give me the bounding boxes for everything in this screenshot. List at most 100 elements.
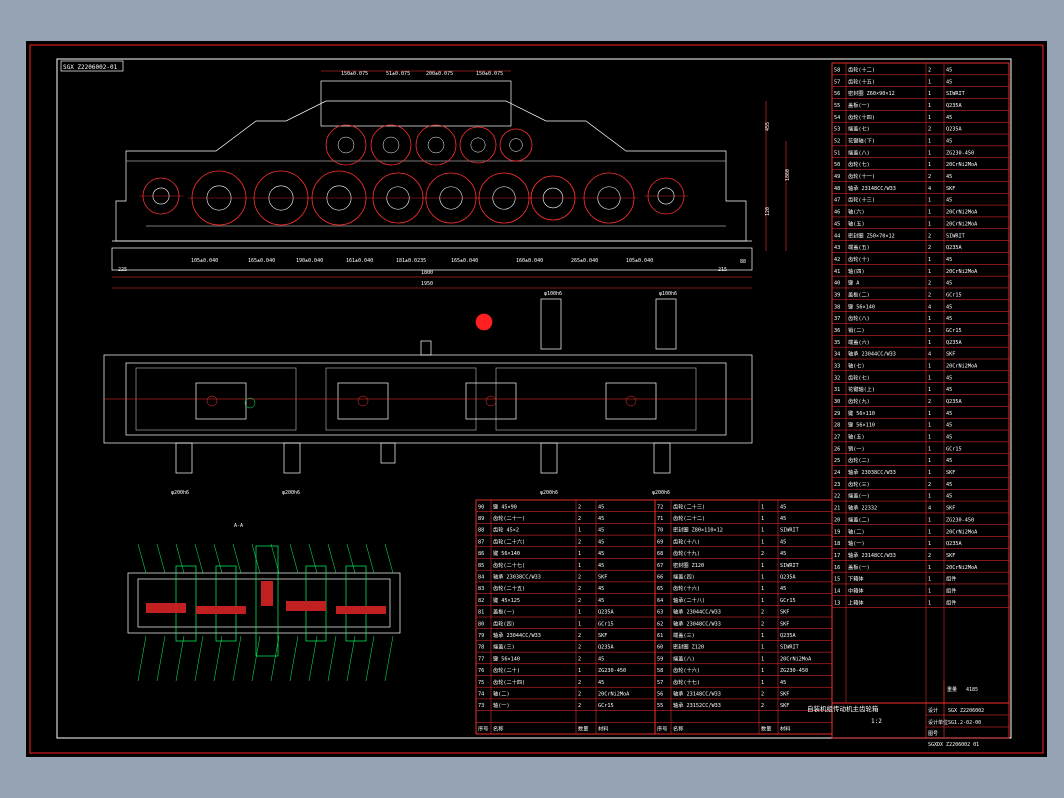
- bom-mid-cell: 56: [657, 692, 663, 698]
- bom-mid-cell: 2: [761, 551, 764, 557]
- bom-mid-cell: Q235A: [780, 633, 796, 639]
- bom-right-cell: 45: [946, 68, 952, 74]
- bom-left-cell: 2: [578, 692, 581, 698]
- bom-right-cell: 45: [946, 482, 952, 488]
- bom-left-cell: 45: [598, 563, 604, 569]
- bom-right-cell: 2: [928, 482, 931, 488]
- bom-left-cell: 76: [478, 668, 484, 674]
- bom-mid-cell: 1: [761, 563, 764, 569]
- bom-right-cell: 45: [946, 174, 952, 180]
- bom-right-cell: 49: [834, 174, 840, 180]
- bom-left-cell: 45: [598, 586, 604, 592]
- bom-mid-cell: SIWRIT: [780, 563, 799, 569]
- bom-right-cell: 54: [834, 115, 840, 121]
- bom-header: 序号: [478, 725, 488, 733]
- bom-right-cell: 1: [928, 423, 931, 429]
- bom-left-cell: 2: [578, 656, 581, 662]
- bom-right-cell: 1: [928, 139, 931, 145]
- bom-right-cell: 20CrNi2MoA: [946, 529, 978, 535]
- bom-right-cell: 端盖(一): [848, 492, 870, 500]
- bom-right-cell: 2: [928, 245, 931, 251]
- bom-right-cell: Q235A: [946, 127, 962, 133]
- upper-gear-3: [459, 126, 497, 164]
- bom-mid-cell: 1: [761, 516, 764, 522]
- bom-mid-cell: SKF: [780, 703, 789, 709]
- bom-right-cell: 1: [928, 221, 931, 227]
- bom-right-cell: 18: [834, 541, 840, 547]
- section-hatch: [146, 581, 386, 614]
- bom-mid-cell: 61: [657, 633, 663, 639]
- bom-right-cell: 1: [928, 364, 931, 370]
- bom-mid-cell: 45: [780, 551, 786, 557]
- bom-right-cell: 20CrNi2MoA: [946, 221, 978, 227]
- dim-top-1: 150±0.075: [341, 71, 368, 77]
- upper-gear-0: [325, 124, 367, 166]
- bom-right-cell: 1: [928, 517, 931, 523]
- bom-right-cell: 20: [834, 517, 840, 523]
- bom-right-cell: 1: [928, 257, 931, 263]
- bom-right-cell: 1: [928, 446, 931, 452]
- bom-right-cell: 45: [946, 435, 952, 441]
- bom-left-cell: 2: [578, 586, 581, 592]
- bom-mid-cell: 1: [761, 598, 764, 604]
- bom-right-cell: 2: [928, 553, 931, 559]
- front-view: [111, 70, 787, 289]
- bom-mid-cell: 20CrNi2MoA: [780, 656, 812, 662]
- label-number: 图号: [928, 731, 938, 737]
- bom-right-cell: 20CrNi2MoA: [946, 565, 978, 571]
- bom-right-cell: 32: [834, 375, 840, 381]
- bom-mid-cell: 1: [761, 645, 764, 651]
- bom-right-cell: SKF: [946, 553, 955, 559]
- bom-right-cell: 密封圈 Z50×70×12: [848, 231, 895, 239]
- bom-right-cell: 45: [946, 304, 952, 310]
- bom-right-cell: 45: [946, 316, 952, 322]
- bom-right-cell: 45: [946, 458, 952, 464]
- bom-mid-cell: Q235A: [780, 575, 796, 581]
- bom-right-cell: SIWRIT: [946, 233, 965, 239]
- bom-left-cell: 齿轮(二十一): [493, 514, 525, 522]
- bom-right-cell: 轴(四): [848, 267, 865, 275]
- bom-mid-cell: 齿轮(二十二): [673, 514, 705, 522]
- bom-left-cell: 轴(二): [493, 690, 510, 698]
- drawing-number-box: SGX Z2206002-01: [60, 60, 124, 72]
- bom-header: 序号: [657, 725, 667, 733]
- bom-mid-cell: 2: [761, 692, 764, 698]
- dim-bottom-9: 105±0.040: [626, 258, 653, 264]
- bom-left-cell: 84: [478, 575, 484, 581]
- bom-mid-cell: 端盖(八): [673, 654, 695, 662]
- bom-right-cell: 2: [928, 174, 931, 180]
- dim-height-1: 455: [765, 122, 771, 131]
- bom-left-cell: 82: [478, 598, 484, 604]
- bom-right-cell: 45: [946, 387, 952, 393]
- bom-right-cell: GCr15: [946, 446, 962, 452]
- bom-right-cell: 17: [834, 553, 840, 559]
- bom-left-cell: 20CrNi2MoA: [598, 692, 630, 698]
- dim-left-offset: 225: [118, 267, 127, 273]
- bom-mid-cell: 45: [780, 539, 786, 545]
- bom-left-cell: 齿轮(二十): [493, 666, 520, 674]
- dim-height-2: 1860: [785, 169, 791, 181]
- bom-right-cell: 轴承 23044CC/W33: [848, 350, 896, 358]
- bom-bottom-table: 90 键 45×90 2 45 89 齿轮(二十一) 2 45 88 齿轮 45×2 1 45 87 齿轮…: [475, 499, 833, 735]
- bom-right-cell: ZG230-450: [946, 517, 974, 523]
- cad-drawing: SGX Z2206002-01 150±0.075 51±0.075 200±0…: [29, 44, 1044, 754]
- bom-left-cell: 1: [578, 668, 581, 674]
- bom-left-cell: 45: [598, 516, 604, 522]
- bom-right-cell: 45: [946, 281, 952, 287]
- bom-left-cell: 80: [478, 621, 484, 627]
- bom-right-cell: 齿轮(八): [848, 314, 870, 322]
- bom-left-cell: 1: [578, 621, 581, 627]
- title-block: 自装机组传动机主齿轮箱 1:2 设计 设计单位 图号 重量 4185 SGX Z…: [807, 681, 1010, 748]
- bom-right-cell: 1: [928, 115, 931, 121]
- bom-right-cell: Q235A: [946, 399, 962, 405]
- bom-left-cell: 轴(一): [493, 701, 510, 709]
- bom-right-cell: 2: [928, 233, 931, 239]
- bom-right-cell: 齿轮(十二): [848, 66, 875, 74]
- bom-mid-cell: 1: [761, 668, 764, 674]
- bom-right-cell: 55: [834, 103, 840, 109]
- bom-right-cell: 端盖(八): [848, 148, 870, 156]
- bom-mid-cell: 70: [657, 528, 663, 534]
- bom-header: 材料: [598, 725, 608, 733]
- bom-mid-cell: 1: [761, 680, 764, 686]
- sheet-code: SG1.2-02-00: [948, 720, 981, 726]
